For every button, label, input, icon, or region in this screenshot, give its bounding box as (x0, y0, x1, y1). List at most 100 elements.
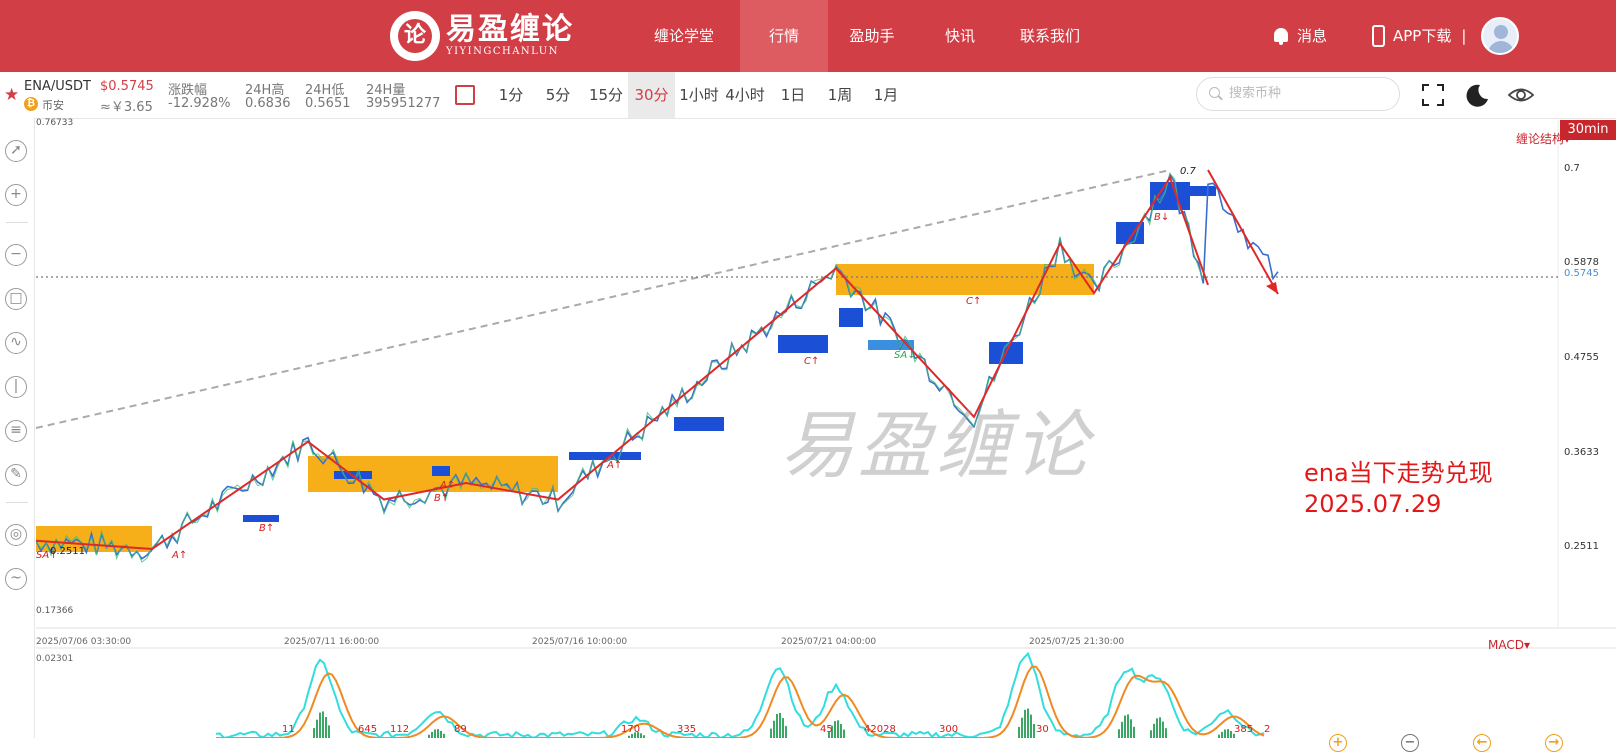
brush-tool-icon[interactable]: ✎ (5, 464, 27, 486)
fib-tool-icon[interactable]: ≡ (5, 420, 27, 442)
macd-axis-label: 0.02301 (36, 654, 74, 664)
macd-bar (1156, 718, 1158, 738)
macd-number: 30 (1036, 724, 1049, 735)
macd-number: 645 (358, 724, 377, 735)
nav-item-contact[interactable]: 联系我们 (1000, 0, 1100, 72)
tf-1m[interactable]: 1分 (494, 72, 528, 118)
macd-number: 385 (1234, 724, 1253, 735)
sub-pivot-box (243, 515, 279, 522)
macd-bar (1133, 726, 1135, 738)
drawing-toolbar: ➚ + − □ ∿ | ≡ ✎ ◎ ~ (0, 118, 35, 738)
bi-strokes (36, 175, 1209, 551)
macd-bar (437, 729, 439, 738)
exchange-label: 币安 (42, 99, 64, 112)
tf-4h[interactable]: 4小时 (722, 72, 768, 118)
tf-1w[interactable]: 1周 (822, 72, 858, 118)
dark-mode-icon[interactable] (1462, 80, 1492, 110)
tool-separator (6, 222, 28, 223)
tf-5m[interactable]: 5分 (540, 72, 576, 118)
phone-icon (1372, 25, 1385, 47)
cursor-tool-icon[interactable]: ➚ (5, 140, 27, 162)
kline-chart[interactable]: SA↑ A↑ B↑ A↑ B↑ A↑ C↑ SA↓ C↑ B↓ 0.7 0.25… (36, 118, 1616, 752)
macd-bar (770, 728, 772, 738)
marker-label: A↑ (606, 460, 622, 471)
macd-bar (1018, 727, 1020, 738)
app-download-link[interactable]: APP下载 | (1372, 0, 1466, 72)
current-price-label: 0.5745 (1564, 268, 1599, 279)
macd-number: 45 (820, 724, 833, 735)
scroll-left-icon[interactable]: ← (1473, 734, 1491, 752)
exchange-coin-icon: ₿ (24, 97, 38, 111)
macd-bar (785, 726, 787, 738)
scroll-right-icon[interactable]: → (1545, 734, 1563, 752)
marker-label: B↓ (1154, 212, 1169, 223)
favorite-star-icon[interactable]: ★ (4, 85, 19, 105)
macd-bar (1118, 729, 1120, 738)
high-value: 0.6836 (245, 96, 291, 111)
messages-label: 消息 (1297, 27, 1328, 45)
tf-1d[interactable]: 1日 (778, 72, 808, 118)
change-value: -12.928% (168, 96, 231, 111)
macd-bar (1124, 715, 1126, 738)
macd-dropdown[interactable]: MACD▾ (1488, 638, 1530, 652)
cny-price: ≈￥3.65 (100, 100, 153, 115)
vertical-line-tool-icon[interactable]: | (5, 376, 27, 398)
macd-number: 42028 (864, 724, 896, 735)
macd-bar (1230, 731, 1232, 738)
crosshair-tool-icon[interactable]: + (5, 184, 27, 206)
macd-bar (843, 729, 845, 738)
magnet-tool-icon[interactable]: ◎ (5, 524, 27, 546)
macd-bar (1221, 731, 1223, 738)
price-axis-label: 0.5878 (1564, 257, 1599, 268)
macd-bar (1165, 728, 1167, 738)
tf-1mo[interactable]: 1月 (870, 72, 902, 118)
top-nav: 论 易盈缠论 YIYINGCHANLUN 缠论学堂 行情 盈助手 快讯 联系我们… (0, 0, 1616, 72)
line-tool-icon[interactable]: − (5, 244, 27, 266)
tf-30m[interactable]: 30分 (628, 72, 675, 118)
volume-value: 395951277 (366, 96, 441, 111)
macd-number: 89 (454, 724, 467, 735)
macd-bar (431, 731, 433, 738)
date-axis-label: 2025/07/06 03:30:00 (36, 637, 132, 647)
tool-separator (6, 502, 28, 503)
marker-label: C↑ (804, 356, 819, 367)
site-logo[interactable]: 论 易盈缠论 YIYINGCHANLUN (390, 10, 574, 62)
macd-bar (776, 714, 778, 738)
polyline-tool-icon[interactable]: ∿ (5, 332, 27, 354)
marker-label: B↑ (434, 493, 449, 504)
nav-item-assistant[interactable]: 盈助手 (828, 0, 916, 72)
bell-icon (1273, 27, 1289, 45)
eye-icon[interactable] (1506, 80, 1536, 110)
nav-item-news[interactable]: 快讯 (916, 0, 1004, 72)
macd-bar (443, 733, 445, 738)
macd-bar (1033, 724, 1035, 738)
nav-divider: | (1461, 27, 1467, 45)
zoom-in-icon[interactable]: + (1329, 734, 1347, 752)
app-download-label: APP下载 (1393, 27, 1452, 45)
price-axis-label: 0.76733 (36, 118, 74, 128)
logo-text: 易盈缠论 YIYINGCHANLUN (446, 14, 574, 58)
tf-15m[interactable]: 15分 (585, 72, 627, 118)
logo-en-text: YIYINGCHANLUN (446, 46, 559, 57)
indicator-toggle-button[interactable] (455, 85, 475, 105)
period-badge: 30min (1560, 120, 1616, 140)
price-axis-label: 0.3633 (1564, 447, 1599, 458)
nav-item-market[interactable]: 行情 (740, 0, 828, 72)
tf-1h[interactable]: 1小时 (676, 72, 722, 118)
annotation-line: ena当下走势兑现 (1304, 459, 1493, 487)
avatar[interactable] (1481, 17, 1519, 55)
nav-item-school[interactable]: 缠论学堂 (640, 0, 728, 72)
messages-link[interactable]: 消息 (1273, 0, 1327, 72)
fullscreen-icon[interactable] (1418, 80, 1448, 110)
zoom-out-icon[interactable]: − (1401, 734, 1419, 752)
macd-number: 2 (1264, 724, 1270, 735)
macd-bar (837, 720, 839, 738)
pivot-zone (836, 264, 1094, 295)
macd-bar (782, 718, 784, 738)
macd-bar (840, 724, 842, 738)
macd-bar (1227, 729, 1229, 738)
wave-tool-icon[interactable]: ~ (5, 568, 27, 590)
macd-bar (773, 720, 775, 738)
rectangle-tool-icon[interactable]: □ (5, 288, 27, 310)
search-input[interactable]: 搜索币种 (1196, 77, 1400, 111)
